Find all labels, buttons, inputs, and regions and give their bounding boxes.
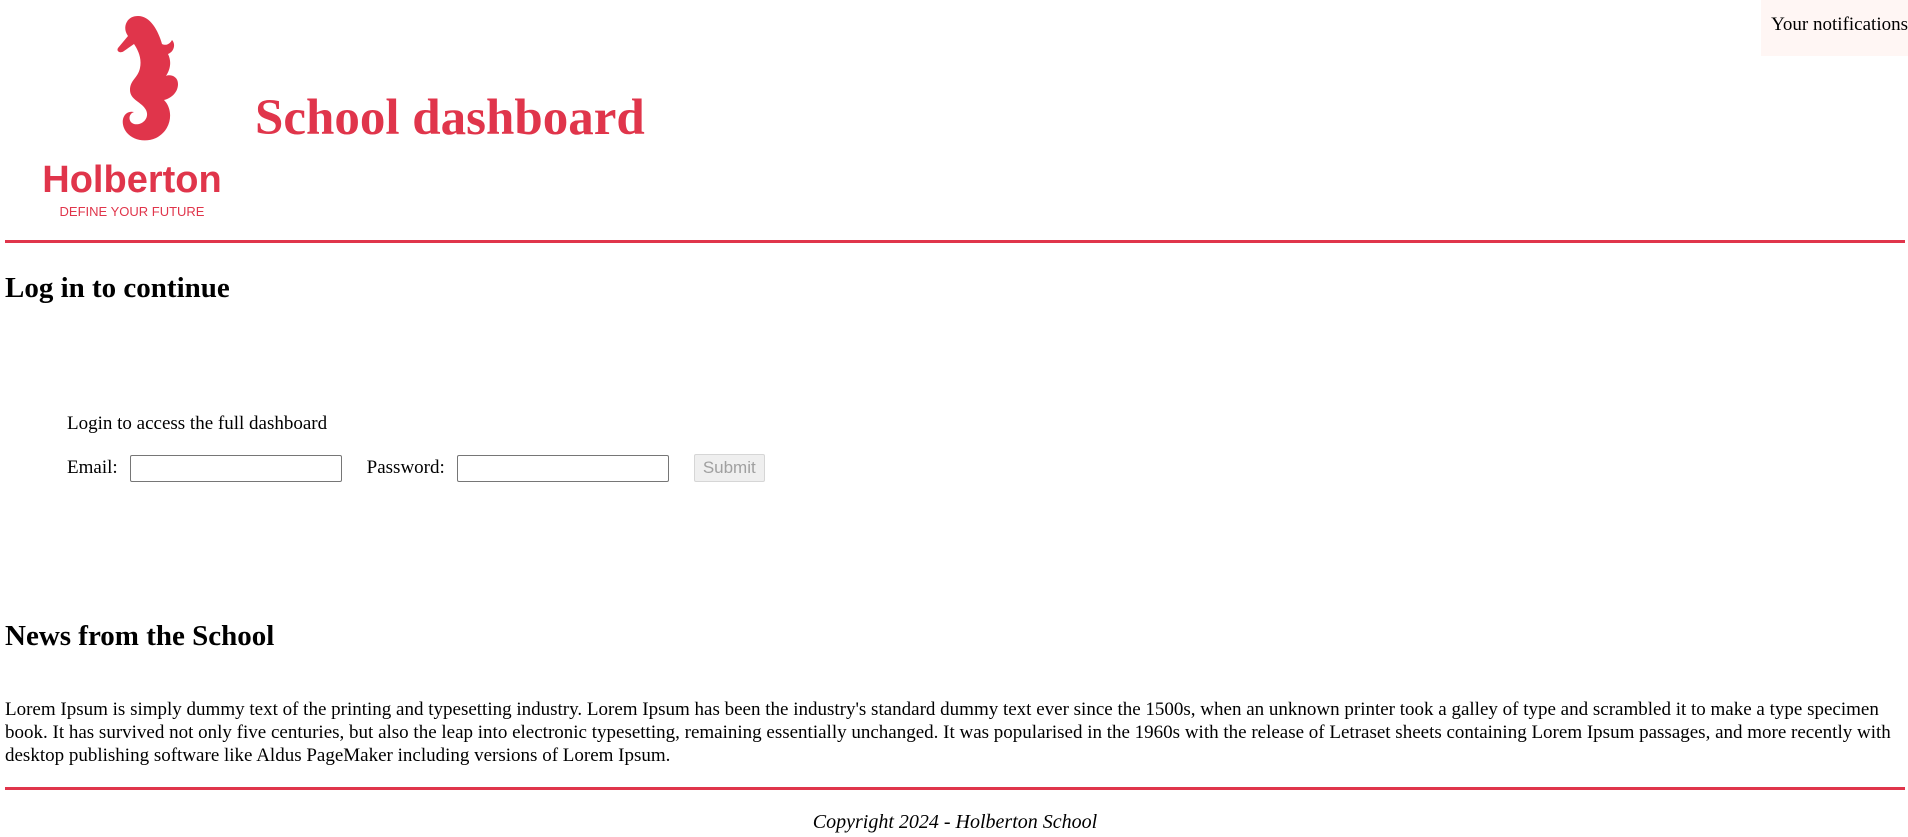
logo-wordmark: Holberton bbox=[42, 159, 221, 201]
seahorse-logo-icon bbox=[117, 16, 178, 141]
login-heading: Log in to continue bbox=[5, 272, 230, 304]
news-heading: News from the School bbox=[5, 620, 275, 652]
app-header: Holberton DEFINE YOUR FUTURE School dash… bbox=[5, 0, 1905, 243]
password-field[interactable] bbox=[456, 454, 669, 482]
page-title: School dashboard bbox=[255, 90, 645, 146]
page: Holberton DEFINE YOUR FUTURE School dash… bbox=[0, 0, 1908, 837]
login-intro-text: Login to access the full dashboard bbox=[67, 413, 328, 434]
logo-tagline: DEFINE YOUR FUTURE bbox=[60, 204, 205, 219]
submit-button[interactable]: Submit bbox=[693, 454, 765, 482]
login-form: Email: Password: Submit bbox=[67, 454, 765, 482]
app-footer: Copyright 2024 - Holberton School bbox=[5, 787, 1905, 834]
news-body: Lorem Ipsum is simply dummy text of the … bbox=[5, 699, 1891, 766]
notifications-label: Your notifications bbox=[1771, 14, 1908, 35]
notifications-panel[interactable]: Your notifications bbox=[1761, 0, 1908, 56]
email-label: Email: bbox=[67, 457, 118, 478]
holberton-logo: Holberton DEFINE YOUR FUTURE bbox=[42, 16, 222, 219]
copyright-text: Copyright 2024 - Holberton School bbox=[812, 811, 1098, 833]
password-label: Password: bbox=[366, 457, 445, 478]
email-field[interactable] bbox=[129, 454, 342, 482]
